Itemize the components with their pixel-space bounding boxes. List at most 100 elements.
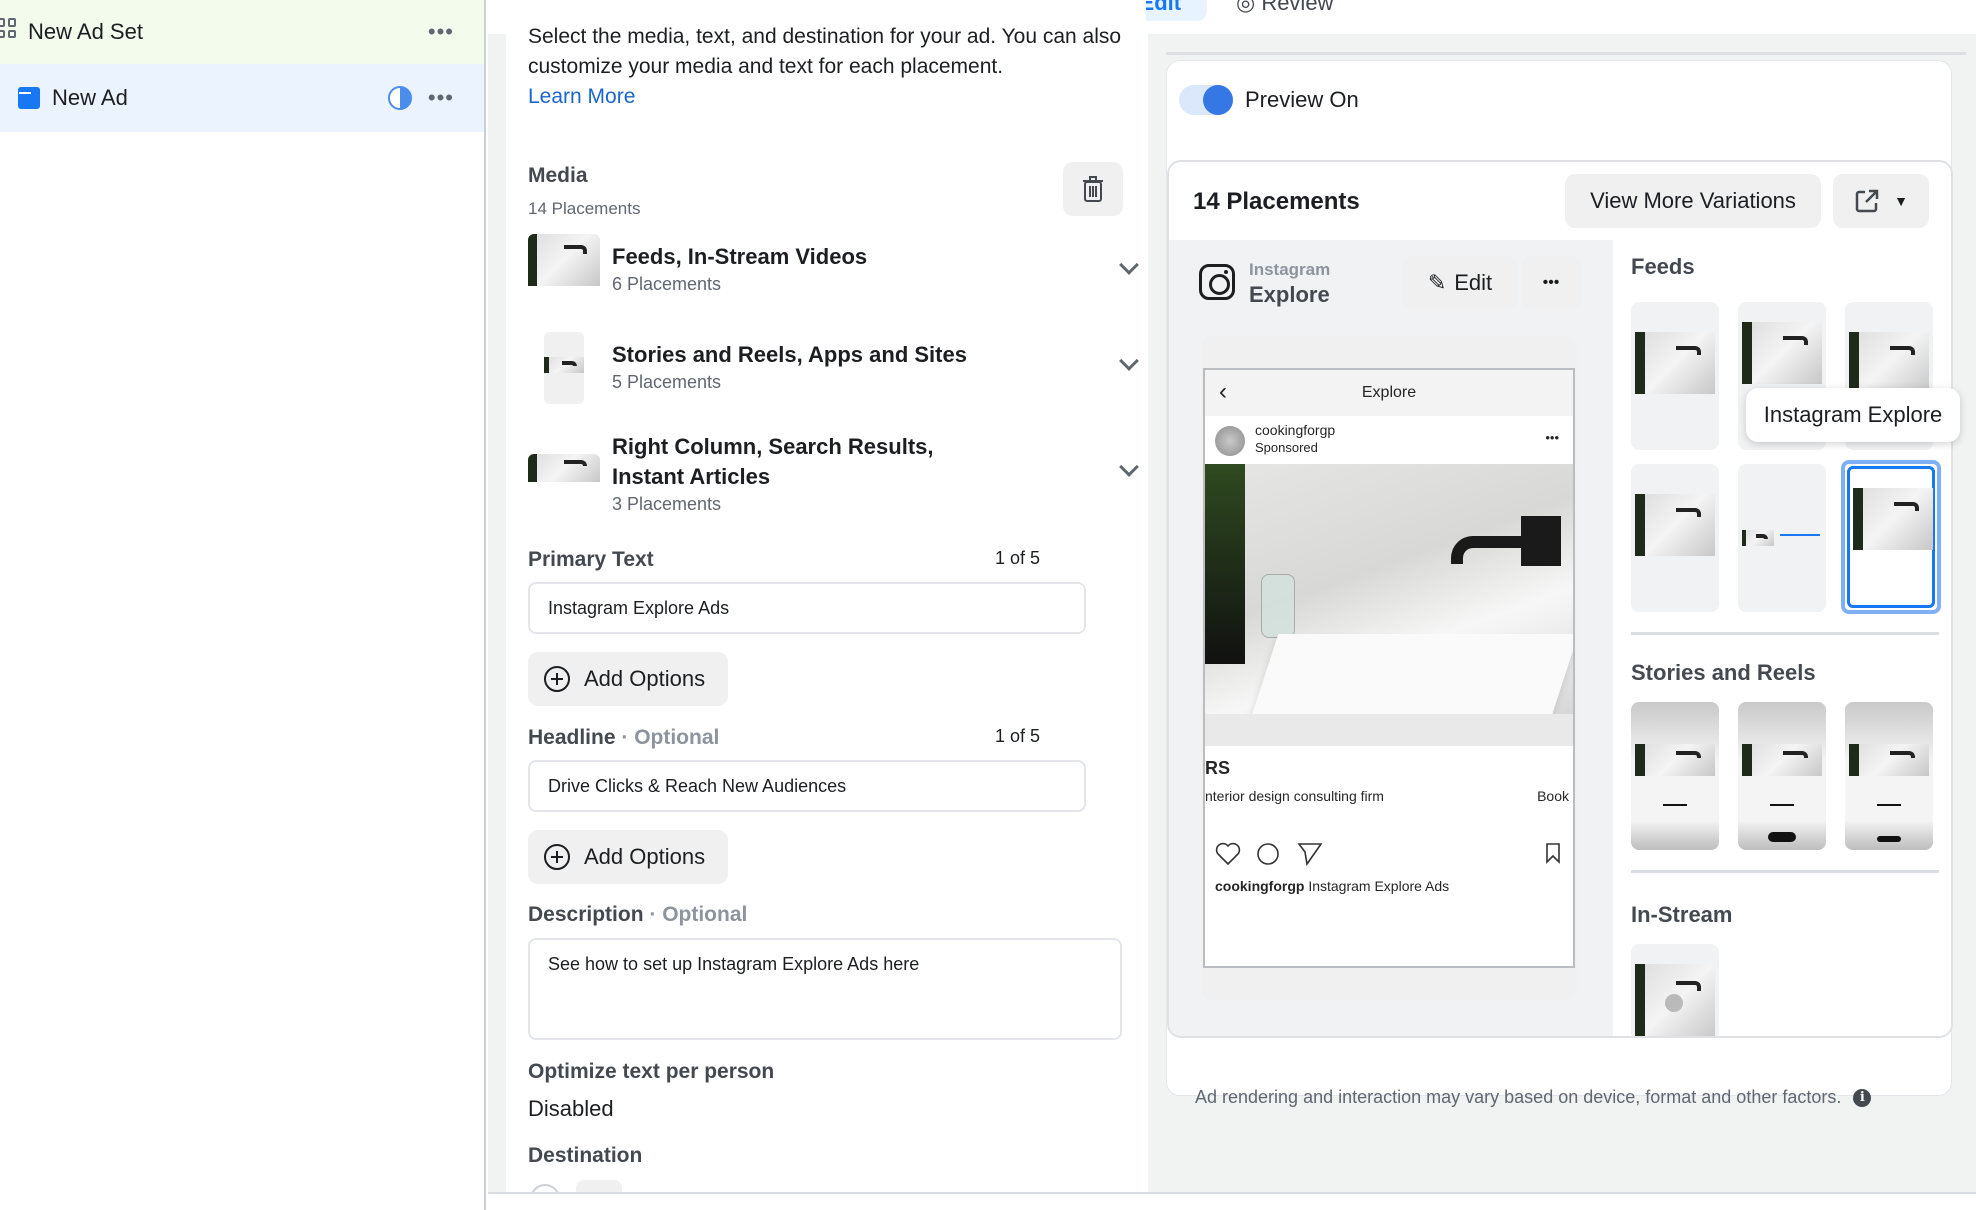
info-icon[interactable]: i xyxy=(1853,1088,1872,1107)
feed-variation-thumb-selected[interactable] xyxy=(1841,460,1941,614)
primary-text-input[interactable]: Instagram Explore Ads xyxy=(528,582,1086,634)
headline-value: Drive Clicks & Reach New Audiences xyxy=(548,775,847,796)
placement-tooltip: Instagram Explore xyxy=(1746,388,1960,442)
preview-toggle[interactable] xyxy=(1179,85,1233,115)
comment-icon xyxy=(1257,843,1279,865)
story-variation-thumb[interactable] xyxy=(1738,702,1826,850)
headline-input[interactable]: Drive Clicks & Reach New Audiences xyxy=(528,760,1086,812)
feeds-heading: Feeds xyxy=(1631,254,1695,279)
placements-preview-box: 14 Placements View More Variations ▼ Ins… xyxy=(1167,160,1953,1038)
primary-text-add-options-button[interactable]: Add Options xyxy=(528,652,728,706)
caption-account: cookingforgp xyxy=(1215,878,1305,894)
footnote-text: Ad rendering and interaction may vary ba… xyxy=(1195,1087,1842,1107)
gutter xyxy=(488,34,506,1194)
campaign-tree-sidebar: New Ad Set ••• New Ad ••• xyxy=(0,0,486,1210)
placement-group-title: Stories and Reels, Apps and Sites xyxy=(612,342,967,367)
edit-label: Edit xyxy=(1454,270,1493,295)
screen-title: Explore xyxy=(1361,384,1417,401)
ad-image xyxy=(1205,464,1573,746)
instream-variation-thumb[interactable] xyxy=(1631,944,1719,1036)
edit-placement-button[interactable]: ✎ Edit xyxy=(1403,256,1517,310)
cta-button[interactable]: Book xyxy=(1537,788,1569,804)
add-options-label: Add Options xyxy=(584,666,706,691)
feeds-thumbnail xyxy=(528,234,600,302)
faucet-shape xyxy=(1451,536,1531,564)
add-options-label: Add Options xyxy=(584,844,706,869)
placement-group-stories[interactable]: Stories and Reels, Apps and Sites 5 Plac… xyxy=(528,332,1139,406)
toggle-knob xyxy=(1203,85,1233,115)
external-link-icon xyxy=(1855,189,1879,213)
post-more-icon[interactable]: ••• xyxy=(1545,430,1559,445)
sink-shape xyxy=(1251,634,1573,716)
optimize-text-value: Disabled xyxy=(528,1096,614,1121)
placement-group-count: 3 Placements xyxy=(612,494,722,514)
placement-group-title: Feeds, In-Stream Videos xyxy=(612,244,868,269)
ad-set-more-icon[interactable]: ••• xyxy=(428,19,454,45)
section-divider xyxy=(1631,632,1939,635)
rendering-footnote: Ad rendering and interaction may vary ba… xyxy=(1195,1087,1872,1108)
feed-variation-thumb[interactable] xyxy=(1631,464,1719,612)
tab-review[interactable]: ◎ Review xyxy=(1236,0,1333,21)
placement-group-count: 6 Placements xyxy=(612,274,722,294)
screen-header: ‹ Explore xyxy=(1205,370,1573,416)
preview-toggle-label: Preview On xyxy=(1245,87,1359,112)
bottom-bar xyxy=(488,1192,1976,1210)
ad-heading: RS xyxy=(1205,758,1231,778)
bookmark-icon[interactable] xyxy=(1545,842,1561,864)
section-divider xyxy=(1631,870,1939,873)
view-more-label: View More Variations xyxy=(1590,188,1796,213)
view-more-variations-button[interactable]: View More Variations xyxy=(1565,174,1821,228)
placement-group-feeds[interactable]: Feeds, In-Stream Videos 6 Placements xyxy=(528,234,1139,304)
description-label: Description · Optional xyxy=(528,903,748,926)
learn-more-link[interactable]: Learn More xyxy=(528,85,635,108)
pencil-icon: ✎ xyxy=(1427,270,1447,295)
share-icon xyxy=(1297,843,1323,867)
description-value: See how to set up Instagram Explore Ads … xyxy=(548,954,920,974)
sidebar-item-ad-set[interactable]: New Ad Set ••• xyxy=(0,0,484,64)
feed-variation-thumb[interactable] xyxy=(1631,302,1719,450)
platform-label: Instagram xyxy=(1249,260,1331,279)
placement-group-title: Right Column, Search Results, Instant Ar… xyxy=(612,434,934,489)
primary-text-value: Instagram Explore Ads xyxy=(548,597,730,618)
chevron-down-icon[interactable] xyxy=(1119,255,1139,275)
review-icon: ◎ xyxy=(1236,0,1262,15)
destination-option-icon[interactable] xyxy=(576,1180,622,1192)
headline-add-options-button[interactable]: Add Options xyxy=(528,830,728,884)
feed-variation-thumb[interactable] xyxy=(1738,464,1826,612)
sidebar-item-ad[interactable]: New Ad ••• xyxy=(0,64,484,132)
story-variation-thumb[interactable] xyxy=(1631,702,1719,850)
account-avatar xyxy=(1215,426,1245,456)
preview-card: Preview On 14 Placements View More Varia… xyxy=(1166,60,1953,1107)
optimize-text-label: Optimize text per person xyxy=(528,1060,775,1083)
selected-placement-pane: Instagram Explore ✎ Edit ••• ‹ Explore c… xyxy=(1169,240,1613,1036)
draft-status-icon xyxy=(388,86,412,110)
ad-set-grid-icon xyxy=(0,18,16,38)
heart-icon xyxy=(1215,842,1241,866)
ad-more-icon[interactable]: ••• xyxy=(428,85,454,111)
account-name: cookingforgp xyxy=(1255,422,1336,438)
intro-text: Select the media, text, and destination … xyxy=(528,22,1128,112)
plus-circle-icon xyxy=(544,666,570,692)
post-caption: cookingforgp Instagram Explore Ads xyxy=(1215,878,1449,894)
description-textarea[interactable]: See how to set up Instagram Explore Ads … xyxy=(528,938,1122,1040)
placement-more-button[interactable]: ••• xyxy=(1521,256,1581,310)
counter-shape xyxy=(1205,714,1573,746)
placement-group-count: 5 Placements xyxy=(612,372,722,392)
ad-set-label: New Ad Set xyxy=(28,19,143,44)
phone-mockup: ‹ Explore cookingforgp Sponsored ••• RS … xyxy=(1201,336,1577,1000)
ads-manager-editor: New Ad Set ••• New Ad ••• ✎ Edit ◎ Revie… xyxy=(0,0,1976,1210)
right-column-thumbnail xyxy=(528,454,600,492)
sponsored-label: Sponsored xyxy=(1255,440,1318,455)
ad-creative-form: Select the media, text, and destination … xyxy=(506,0,1146,1192)
plant-shape xyxy=(1205,464,1245,664)
share-dropdown-button[interactable]: ▼ xyxy=(1833,174,1929,228)
delete-media-button[interactable] xyxy=(1063,162,1123,216)
chevron-down-icon[interactable] xyxy=(1119,457,1139,477)
intro-copy: Select the media, text, and destination … xyxy=(528,25,1122,78)
placement-group-right-column[interactable]: Right Column, Search Results, Instant Ar… xyxy=(528,432,1139,522)
chevron-down-icon[interactable] xyxy=(1119,351,1139,371)
destination-radio[interactable] xyxy=(530,1184,560,1192)
instagram-icon xyxy=(1199,264,1235,300)
story-variation-thumb[interactable] xyxy=(1845,702,1933,850)
destination-label: Destination xyxy=(528,1144,643,1167)
